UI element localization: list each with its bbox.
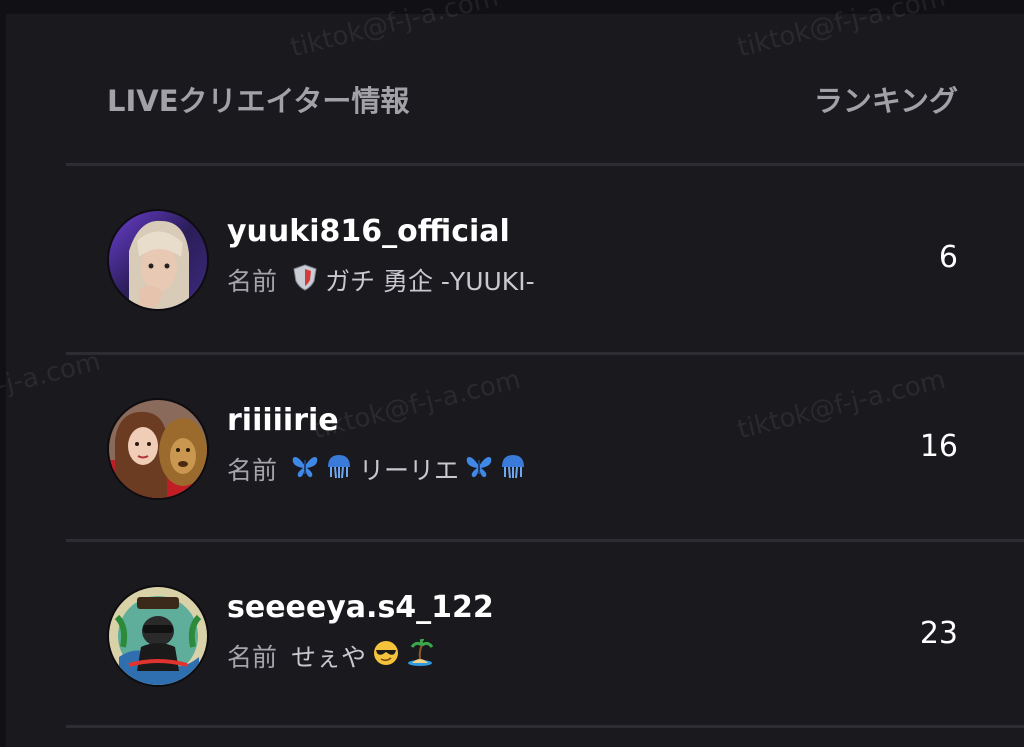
sunglasses-face-icon <box>372 639 400 673</box>
creator-username[interactable]: yuuki816_official <box>227 214 510 249</box>
top-strip <box>0 0 1024 14</box>
shield-icon <box>291 263 319 297</box>
creator-row[interactable]: seeeeya.s4_122 名前 せぇや 23 <box>66 542 1024 728</box>
creator-display-name: せぇや <box>291 643 367 672</box>
creator-display-name-line: 名前 ガチ 勇企 -YUUKI- <box>227 262 535 298</box>
ranking-value: 23 <box>919 616 958 651</box>
creator-username[interactable]: seeeeya.s4_122 <box>227 590 494 625</box>
creator-display-name-line: 名前 せぇや <box>227 638 434 674</box>
divider <box>66 725 1024 728</box>
island-icon <box>406 639 434 673</box>
jellyfish-icon <box>325 452 353 486</box>
butterfly-icon <box>291 452 319 486</box>
column-header-ranking: ランキング <box>813 84 958 118</box>
ranking-value: 6 <box>938 240 958 275</box>
creator-row[interactable]: riiiiirie 名前 リーリエ 16 <box>66 355 1024 541</box>
creator-username[interactable]: riiiiirie <box>227 403 339 438</box>
column-header-creator-info: LIVEクリエイター情報 <box>107 84 410 118</box>
jellyfish-icon <box>499 452 527 486</box>
creator-row[interactable]: yuuki816_official 名前 ガチ 勇企 -YUUKI- 6 <box>66 166 1024 352</box>
avatar[interactable] <box>107 585 209 687</box>
creator-display-name: リーリエ <box>359 456 460 485</box>
name-label: 名前 <box>227 456 278 485</box>
creator-display-name: ガチ 勇企 -YUUKI- <box>325 267 535 296</box>
table-header: LIVEクリエイター情報 ランキング <box>66 62 1024 162</box>
ranking-value: 16 <box>919 429 958 464</box>
creator-display-name-line: 名前 リーリエ <box>227 451 527 487</box>
left-edge <box>0 0 6 747</box>
avatar[interactable] <box>107 209 209 311</box>
butterfly-icon <box>465 452 493 486</box>
name-label: 名前 <box>227 267 278 296</box>
avatar[interactable] <box>107 398 209 500</box>
name-label: 名前 <box>227 643 278 672</box>
